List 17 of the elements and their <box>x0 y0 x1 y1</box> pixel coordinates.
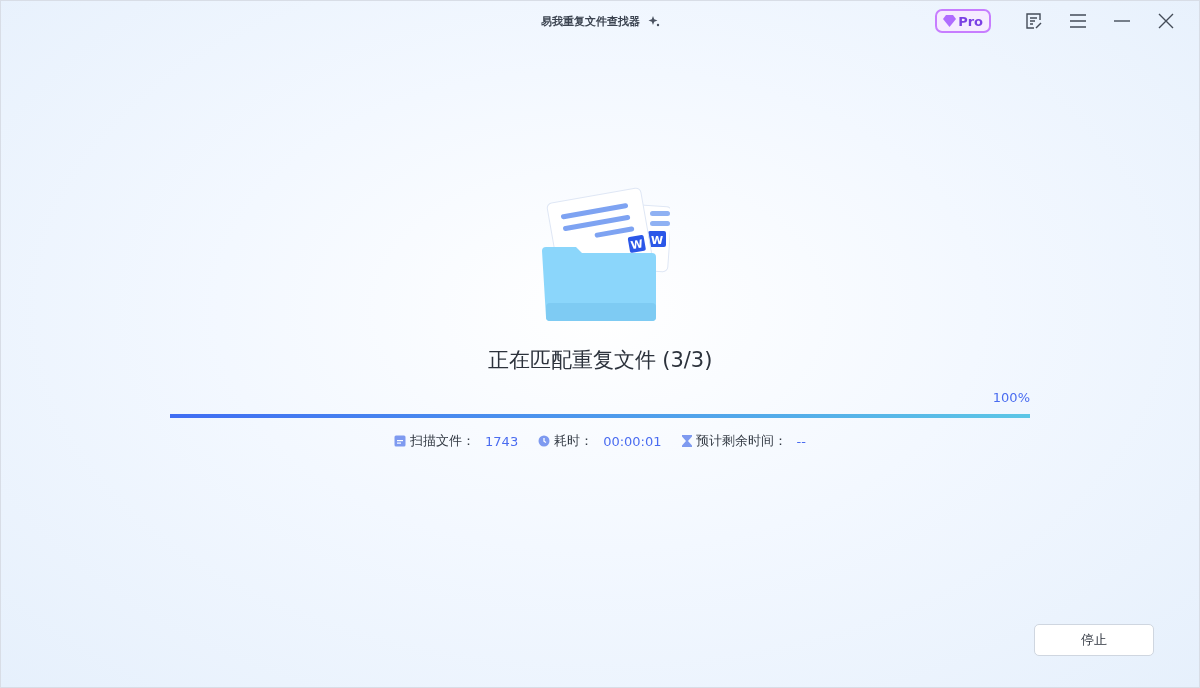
stat-value: -- <box>796 433 806 449</box>
stat-value: 00:00:01 <box>603 433 662 449</box>
stat-value: 1743 <box>485 433 519 449</box>
hourglass-icon <box>681 435 692 447</box>
stat-label: 预计剩余时间： <box>695 432 787 450</box>
sparkle-icon <box>647 15 660 27</box>
progress-title: 正在匹配重复文件 (3/3) <box>487 347 713 374</box>
document-icon <box>394 435 407 447</box>
stop-button[interactable]: 停止 <box>1034 624 1154 656</box>
stat-label: 扫描文件： <box>410 432 476 450</box>
stat-label: 耗时： <box>554 432 594 450</box>
pro-button[interactable]: Pro <box>935 9 991 33</box>
folder-with-documents-drawing: W W <box>530 179 670 324</box>
diamond-icon <box>943 15 957 27</box>
window-title: 易我重复文件查找器 <box>540 13 640 29</box>
progress-percent: 100% <box>992 390 1030 405</box>
clock-icon <box>538 435 551 447</box>
